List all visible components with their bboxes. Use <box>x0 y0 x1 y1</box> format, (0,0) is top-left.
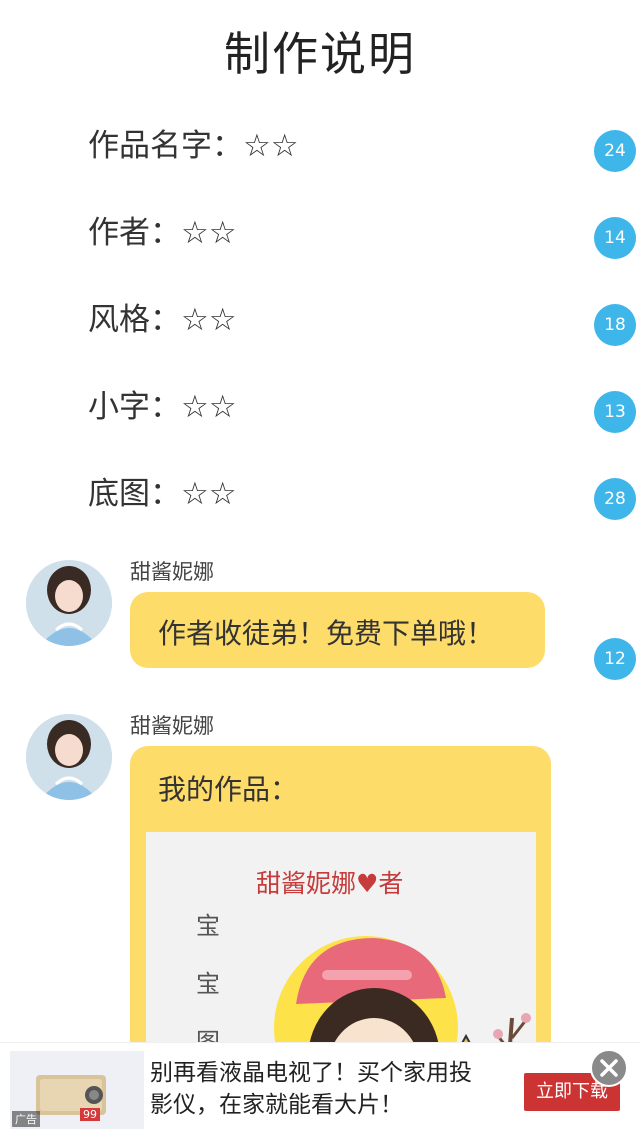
message-bubble[interactable]: 我的作品： 甜酱妮娜♥者 宝 宝 图 <box>130 746 551 1092</box>
ad-thumbnail[interactable]: 广告 99 <box>10 1051 144 1129</box>
avatar-photo-icon <box>26 714 112 800</box>
message-text: 作者收徒弟！免费下单哦！ <box>158 617 495 650</box>
artwork-side-char: 宝 <box>196 970 220 998</box>
info-row-work-name: 作品名字：☆☆ <box>88 128 299 164</box>
comment-count-badge[interactable]: 13 <box>594 391 636 433</box>
artwork-banner-text: 甜酱妮娜♥者 <box>256 869 404 898</box>
info-row-author: 作者：☆☆ <box>88 215 237 251</box>
info-row-background: 底图：☆☆ <box>88 476 237 512</box>
sender-name: 甜酱妮娜 <box>130 560 214 584</box>
avatar-photo-icon <box>26 560 112 646</box>
close-ad-button[interactable] <box>590 1049 628 1087</box>
message-text: 我的作品： <box>158 773 299 806</box>
comment-count-badge[interactable]: 18 <box>594 304 636 346</box>
avatar[interactable] <box>26 560 112 646</box>
ad-text[interactable]: 别再看液晶电视了！买个家用投 影仪，在家就能看大片！ <box>150 1057 510 1121</box>
ad-banner[interactable]: 广告 99 别再看液晶电视了！买个家用投 影仪，在家就能看大片！ 立即下载 <box>0 1042 640 1139</box>
avatar[interactable] <box>26 714 112 800</box>
ad-price: 99 <box>80 1108 100 1121</box>
artwork-side-char: 宝 <box>196 912 220 940</box>
comment-count-badge[interactable]: 12 <box>594 638 636 680</box>
comment-count-badge[interactable]: 24 <box>594 130 636 172</box>
comment-count-badge[interactable]: 28 <box>594 478 636 520</box>
message-bubble[interactable]: 作者收徒弟！免费下单哦！ <box>130 592 545 668</box>
page-title: 制作说明 <box>224 27 416 81</box>
ad-text-line: 别再看液晶电视了！买个家用投 <box>150 1060 472 1086</box>
ad-text-line: 影仪，在家就能看大片！ <box>150 1092 403 1118</box>
comment-count-badge[interactable]: 14 <box>594 217 636 259</box>
sender-name: 甜酱妮娜 <box>130 714 214 738</box>
info-row-style: 风格：☆☆ <box>88 302 237 338</box>
info-row-small-text: 小字：☆☆ <box>88 389 237 425</box>
close-icon <box>600 1059 618 1077</box>
ad-tag: 广告 <box>12 1111 40 1127</box>
